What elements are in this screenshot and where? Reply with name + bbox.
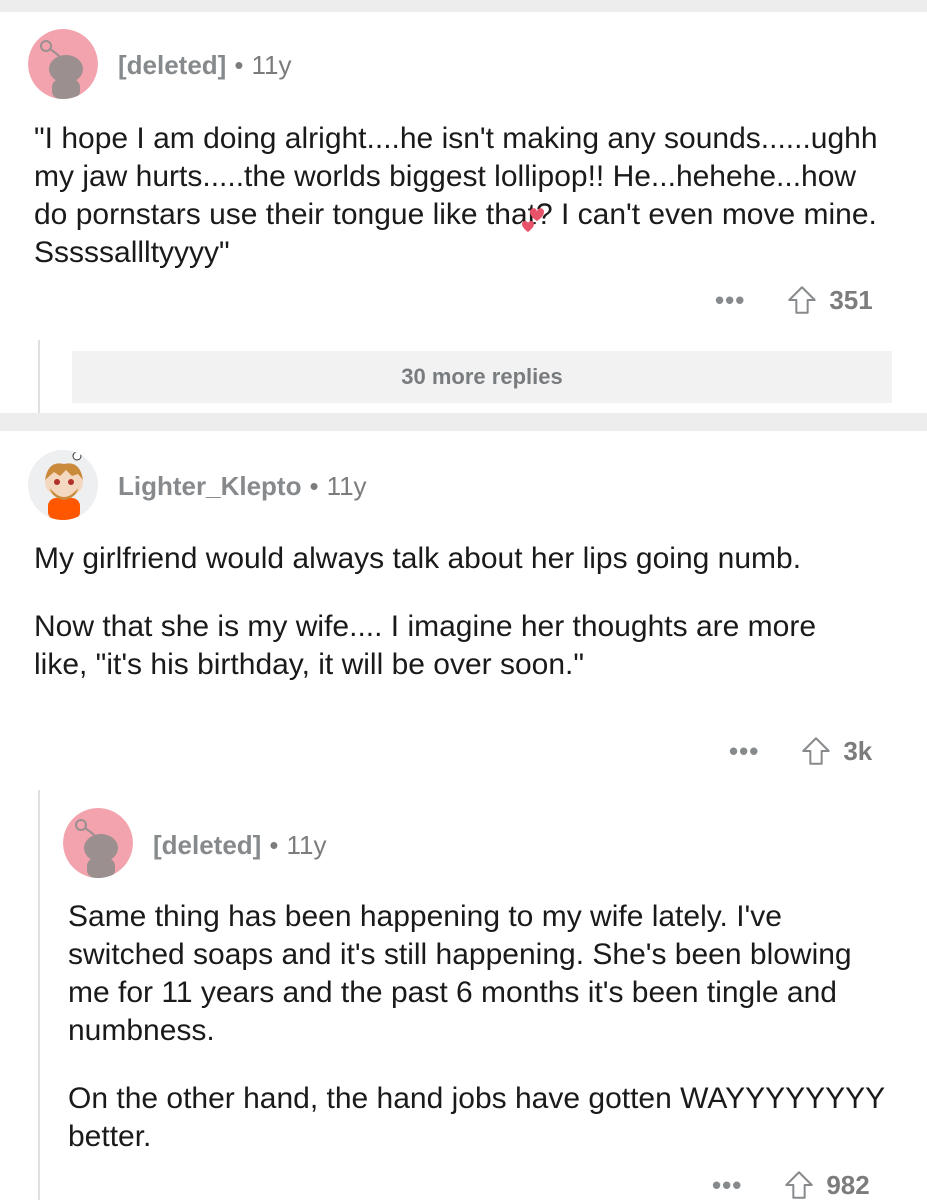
- more-options-button[interactable]: •••: [729, 738, 759, 764]
- comment-text: My girlfriend would always talk about he…: [34, 542, 802, 575]
- more-options-button[interactable]: •••: [715, 287, 745, 313]
- deleted-user-avatar[interactable]: [63, 808, 133, 878]
- comment-username[interactable]: [deleted]: [118, 50, 226, 80]
- comment-username[interactable]: Lighter_Klepto: [118, 471, 301, 501]
- top-divider: [0, 0, 927, 12]
- vote-count: 3k: [843, 735, 873, 766]
- meta-separator: •: [234, 50, 244, 80]
- more-options-button[interactable]: •••: [712, 1172, 742, 1198]
- comment-body: My girlfriend would always talk about he…: [34, 540, 864, 684]
- user-avatar[interactable]: [28, 450, 98, 520]
- snoo-icon: [28, 29, 98, 99]
- meta-separator: •: [309, 471, 319, 501]
- comment-text: On the other hand, the hand jobs have go…: [68, 1082, 885, 1153]
- vote-count: 351: [829, 284, 873, 315]
- more-replies-button[interactable]: 30 more replies: [72, 351, 892, 403]
- comment-divider: [0, 413, 927, 431]
- comment-actions: ••• 3k: [729, 734, 872, 768]
- comment-body: "I hope I am doing alright....he isn't m…: [34, 120, 894, 272]
- comment-age: 11y: [251, 50, 292, 80]
- comment-meta: Lighter_Klepto • 11y: [118, 471, 367, 502]
- upvote-button[interactable]: 982: [782, 1168, 870, 1202]
- upvote-arrow-icon: [785, 1171, 814, 1199]
- comment-meta: [deleted] • 11y: [118, 50, 291, 81]
- comment-body: Same thing has been happening to my wife…: [68, 898, 888, 1156]
- deleted-user-avatar[interactable]: [28, 29, 98, 99]
- meta-separator: •: [269, 830, 279, 860]
- comment-actions: ••• 351: [715, 283, 873, 317]
- upvote-button[interactable]: 3k: [799, 734, 872, 768]
- thread-line[interactable]: [38, 790, 40, 1200]
- snoo-custom-avatar-icon: [28, 450, 98, 520]
- snoo-icon: [63, 808, 133, 878]
- thread-line[interactable]: [38, 340, 40, 413]
- comment-text: Now that she is my wife.... I imagine he…: [34, 610, 817, 681]
- vote-count: 982: [826, 1169, 870, 1200]
- comment-age: 11y: [326, 471, 367, 501]
- comment-meta: [deleted] • 11y: [153, 830, 326, 861]
- upvote-button[interactable]: 351: [785, 283, 873, 317]
- comment-text: "I hope I am doing alright....he isn't m…: [34, 122, 878, 269]
- upvote-arrow-icon: [788, 286, 817, 314]
- upvote-arrow-icon: [802, 737, 831, 765]
- heart-sticker-icon: [522, 208, 544, 232]
- comment-age: 11y: [286, 830, 327, 860]
- comment-actions: ••• 982: [712, 1168, 870, 1202]
- comment-text: Same thing has been happening to my wife…: [68, 900, 852, 1047]
- comment-username[interactable]: [deleted]: [153, 830, 261, 860]
